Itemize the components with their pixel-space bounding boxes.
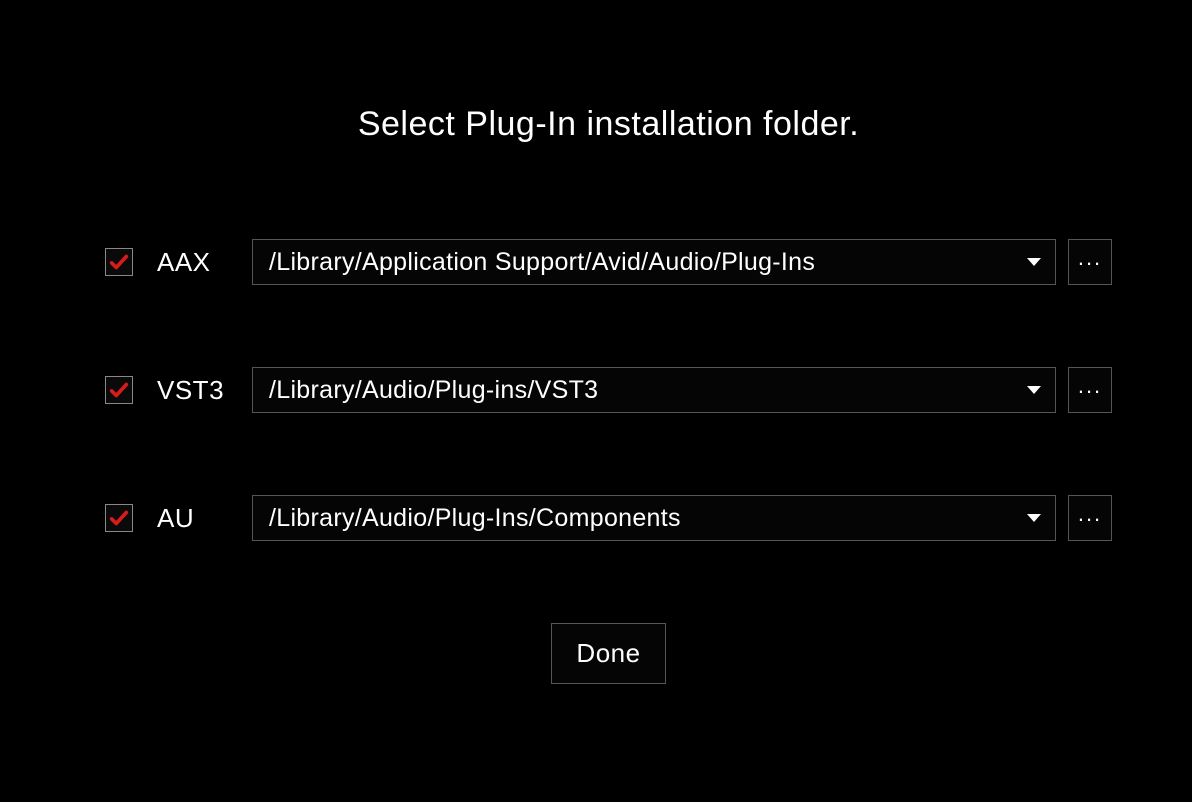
chevron-down-icon — [1027, 258, 1041, 266]
check-icon — [108, 507, 130, 529]
browse-button-vst3[interactable]: ... — [1068, 367, 1112, 413]
browse-button-aax[interactable]: ... — [1068, 239, 1112, 285]
browse-button-au[interactable]: ... — [1068, 495, 1112, 541]
path-value-au: /Library/Audio/Plug-Ins/Components — [269, 504, 681, 533]
path-dropdown-aax[interactable]: /Library/Application Support/Avid/Audio/… — [252, 239, 1056, 285]
plugin-label-vst3: VST3 — [157, 375, 252, 406]
done-button[interactable]: Done — [551, 623, 665, 684]
chevron-down-icon — [1027, 514, 1041, 522]
check-icon — [108, 251, 130, 273]
path-value-vst3: /Library/Audio/Plug-ins/VST3 — [269, 376, 598, 405]
plugin-row-aax: AAX /Library/Application Support/Avid/Au… — [105, 239, 1112, 285]
checkbox-au[interactable] — [105, 504, 133, 532]
page-title: Select Plug-In installation folder. — [105, 105, 1112, 144]
check-icon — [108, 379, 130, 401]
chevron-down-icon — [1027, 386, 1041, 394]
path-dropdown-au[interactable]: /Library/Audio/Plug-Ins/Components — [252, 495, 1056, 541]
plugin-label-aax: AAX — [157, 247, 252, 278]
plugin-row-au: AU /Library/Audio/Plug-Ins/Components ..… — [105, 495, 1112, 541]
checkbox-aax[interactable] — [105, 248, 133, 276]
plugin-label-au: AU — [157, 503, 252, 534]
checkbox-vst3[interactable] — [105, 376, 133, 404]
plugin-row-vst3: VST3 /Library/Audio/Plug-ins/VST3 ... — [105, 367, 1112, 413]
path-dropdown-vst3[interactable]: /Library/Audio/Plug-ins/VST3 — [252, 367, 1056, 413]
path-value-aax: /Library/Application Support/Avid/Audio/… — [269, 248, 815, 277]
